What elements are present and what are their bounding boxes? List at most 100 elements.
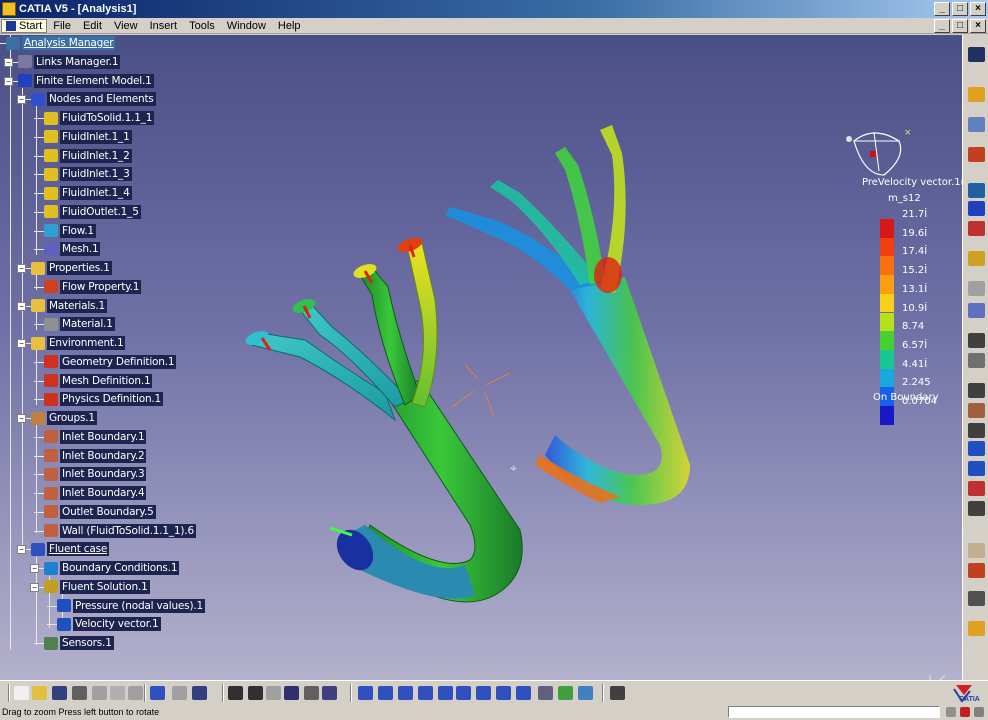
sensors-node[interactable]: Sensors.1 [44, 635, 114, 651]
image-icon[interactable] [968, 353, 985, 368]
table-icon[interactable] [968, 281, 985, 296]
fluid-to-solid-node[interactable]: FluidToSolid.1.1_1 [44, 110, 155, 126]
menu-window[interactable]: Window [221, 20, 272, 32]
sensor-icon[interactable] [968, 481, 985, 496]
boundary-conditions-node[interactable]: Boundary Conditions.1 [44, 560, 180, 576]
groups-node[interactable]: Groups.1 [31, 410, 97, 426]
doc-minimize-button[interactable]: _ [934, 18, 950, 33]
environment-node[interactable]: Environment.1 [31, 335, 126, 351]
swap-icon[interactable] [558, 686, 573, 700]
fluid-outlet-node[interactable]: FluidOutlet.1_5 [44, 204, 141, 220]
material-node[interactable]: Material.1 [44, 316, 115, 332]
hardcopy-icon[interactable] [610, 686, 625, 700]
globe-icon[interactable] [968, 621, 985, 636]
group-icon[interactable] [968, 501, 985, 516]
mesh-definition-node[interactable]: Mesh Definition.1 [44, 373, 153, 389]
fit-icon[interactable] [358, 686, 373, 700]
menu-edit[interactable]: Edit [77, 20, 108, 32]
save-icon[interactable] [52, 686, 67, 700]
command-input[interactable] [728, 706, 940, 718]
doc-restore-button[interactable]: □ [952, 18, 968, 33]
text-icon[interactable] [968, 403, 985, 418]
fluid-inlet-4-node[interactable]: FluidInlet.1_4 [44, 185, 132, 201]
zoom-in-icon[interactable] [438, 686, 453, 700]
select-icon[interactable] [968, 87, 985, 102]
cut-icon[interactable] [92, 686, 107, 700]
iso-view-icon[interactable] [496, 686, 511, 700]
sphere-icon[interactable] [968, 591, 985, 606]
maximize-button[interactable]: □ [952, 2, 968, 16]
3d-viewport[interactable]: ⌖ Analysis Manager Links Manager.1− Finite… [0, 35, 962, 680]
comment-icon[interactable] [248, 686, 263, 700]
sum-icon[interactable] [968, 383, 985, 398]
flow-property-node[interactable]: Flow Property.1 [44, 279, 142, 295]
paste-icon[interactable] [128, 686, 143, 700]
cube2-icon[interactable] [968, 461, 985, 476]
fluid-inlet-1-node[interactable]: FluidInlet.1_1 [44, 129, 132, 145]
tree-expander[interactable]: − [30, 582, 39, 592]
tree-expander[interactable]: − [30, 564, 39, 573]
hide-icon[interactable] [538, 686, 553, 700]
fluid-inlet-3-node[interactable]: FluidInlet.1_3 [44, 166, 132, 182]
tree-expander[interactable]: − [17, 339, 26, 348]
link-icon[interactable] [968, 117, 985, 132]
tree-expander[interactable]: − [17, 545, 26, 555]
grid-red-icon[interactable] [968, 221, 985, 236]
inlet-boundary-2-node[interactable]: Inlet Boundary.2 [44, 448, 147, 464]
cylinder-icon[interactable] [968, 543, 985, 558]
stop-icon-2[interactable] [960, 707, 970, 717]
velocity-vector-node[interactable]: Velocity vector.1 [57, 616, 161, 632]
move-icon[interactable] [398, 686, 413, 700]
inlet-boundary-1-node[interactable]: Inlet Boundary.1 [44, 429, 147, 445]
status-right-icon[interactable] [974, 707, 984, 717]
nodes-elements-node[interactable]: Nodes and Elements [31, 91, 156, 107]
stop-icon[interactable] [946, 707, 956, 717]
undo-icon[interactable] [150, 686, 165, 700]
anchor-icon[interactable] [968, 183, 985, 198]
copy-icon[interactable] [110, 686, 125, 700]
tree-expander[interactable]: − [4, 76, 13, 86]
close-button[interactable]: × [970, 2, 986, 16]
fluent-case-node[interactable]: Fluent case [31, 541, 110, 557]
menu-insert[interactable]: Insert [144, 20, 184, 32]
menu-tools[interactable]: Tools [183, 20, 221, 32]
inlet-boundary-3-node[interactable]: Inlet Boundary.3 [44, 466, 147, 482]
knowledge-icon[interactable] [266, 686, 281, 700]
tree-expander[interactable]: − [17, 414, 26, 423]
cube-icon[interactable] [968, 303, 985, 318]
doc-close-button[interactable]: × [970, 18, 986, 33]
display-icon[interactable] [968, 47, 985, 62]
tool-icon[interactable] [968, 147, 985, 162]
ring-icon[interactable] [968, 563, 985, 578]
zoom-out-icon[interactable] [456, 686, 471, 700]
fluid-inlet-2-node[interactable]: FluidInlet.1_2 [44, 148, 132, 164]
print-icon[interactable] [72, 686, 87, 700]
mesh-node[interactable]: Mesh.1 [44, 241, 101, 257]
pan-icon[interactable] [378, 686, 393, 700]
outlet-boundary-node[interactable]: Outlet Boundary.5 [44, 504, 156, 520]
whats-this-icon[interactable] [192, 686, 207, 700]
formula-icon[interactable] [228, 686, 243, 700]
pressure-nodal-node[interactable]: Pressure (nodal values).1 [57, 598, 205, 614]
physics-definition-node[interactable]: Physics Definition.1 [44, 391, 164, 407]
minimize-button[interactable]: _ [934, 2, 950, 16]
wall-node[interactable]: Wall (FluidToSolid.1.1_1).6 [44, 523, 196, 539]
geometry-definition-node[interactable]: Geometry Definition.1 [44, 354, 177, 370]
tree-expander[interactable]: − [4, 57, 13, 67]
clamp-icon[interactable] [968, 201, 985, 216]
tree-expander[interactable]: − [17, 95, 26, 105]
layer-icon[interactable] [578, 686, 593, 700]
inlet-boundary-4-node[interactable]: Inlet Boundary.4 [44, 485, 147, 501]
menu-start[interactable]: Start [1, 18, 48, 33]
menu-help[interactable]: Help [272, 20, 307, 32]
links-manager-node[interactable]: Links Manager.1 [18, 54, 121, 70]
arrow-icon[interactable] [968, 333, 985, 348]
redo-icon[interactable] [172, 686, 187, 700]
rotate-icon[interactable] [418, 686, 433, 700]
menu-file[interactable]: File [47, 20, 77, 32]
fem-node[interactable]: Finite Element Model.1 [18, 73, 154, 89]
materials-node[interactable]: Materials.1 [31, 298, 107, 314]
open-icon[interactable] [32, 686, 47, 700]
shading-icon[interactable] [516, 686, 531, 700]
gear-icon[interactable] [968, 251, 985, 266]
